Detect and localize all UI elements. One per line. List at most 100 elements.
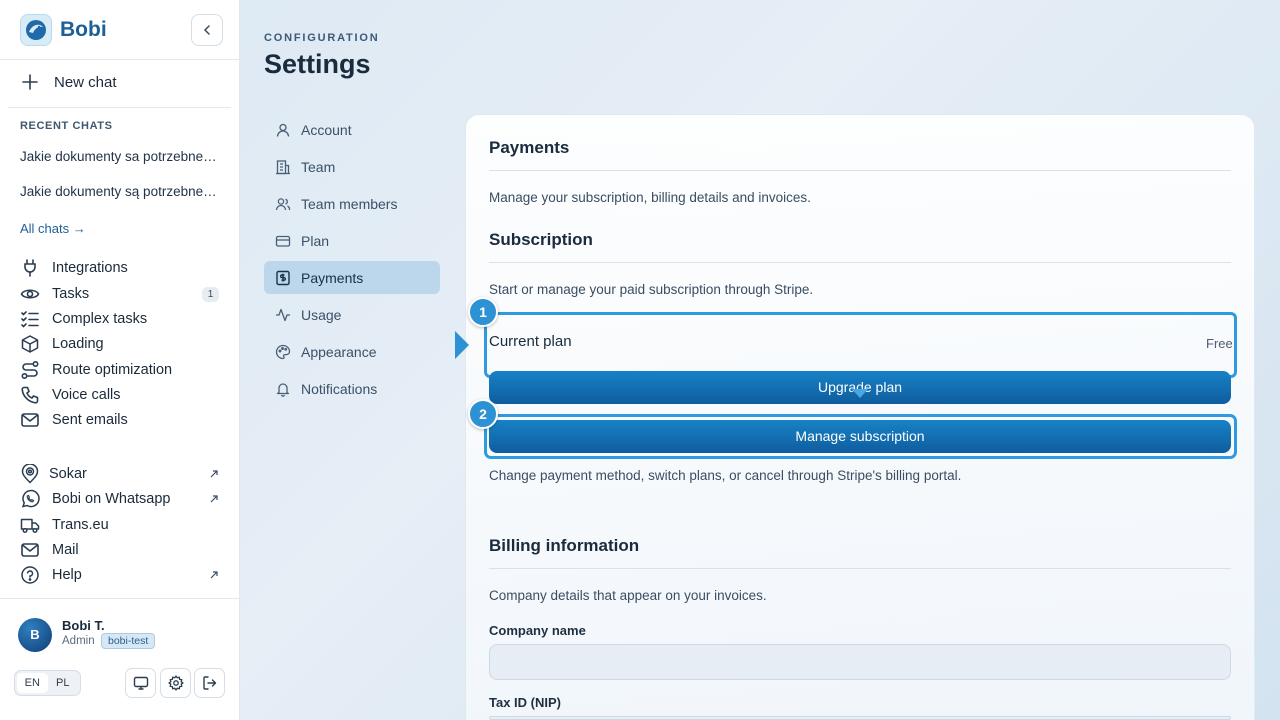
route-icon — [20, 360, 40, 380]
sidebar-link-label: Trans.eu — [52, 517, 109, 533]
collapse-sidebar-button[interactable] — [191, 14, 223, 46]
tab-plan[interactable]: Plan — [264, 224, 440, 257]
sidebar-link-sokar[interactable]: Sokar — [20, 463, 87, 485]
divider — [0, 598, 239, 599]
sidebar-link-bobi-whatsapp[interactable]: Bobi on Whatsapp — [20, 488, 171, 510]
bobi-logo-icon — [20, 14, 52, 46]
tab-team-members[interactable]: Team members — [264, 187, 440, 220]
sidebar-item-label: Complex tasks — [52, 311, 148, 327]
page-eyebrow: CONFIGURATION — [264, 32, 380, 44]
payments-description: Manage your subscription, billing detail… — [489, 190, 811, 205]
sidebar: Bobi New chat RECENT CHATS Jakie dokumen… — [0, 0, 240, 720]
users-icon — [275, 196, 291, 212]
divider — [8, 107, 231, 108]
manage-subscription-button[interactable]: Manage subscription — [489, 420, 1231, 453]
sidebar-item-sent-emails[interactable]: Sent emails — [20, 409, 128, 431]
divider — [489, 568, 1231, 569]
sidebar-link-mail[interactable]: Mail — [20, 539, 79, 561]
plus-icon — [22, 74, 38, 90]
sidebar-item-complex-tasks[interactable]: Complex tasks — [20, 308, 147, 330]
step-2-badge: 2 — [468, 399, 498, 429]
sidebar-item-voice-calls[interactable]: Voice calls — [20, 384, 121, 406]
tab-usage[interactable]: Usage — [264, 298, 440, 331]
divider — [489, 262, 1231, 263]
tab-label: Payments — [301, 269, 364, 286]
tab-payments[interactable]: Payments — [264, 261, 440, 294]
brand-name: Bobi — [60, 18, 107, 41]
location-icon — [20, 464, 40, 484]
external-link-icon — [210, 470, 218, 478]
current-plan-label: Current plan — [489, 333, 572, 350]
current-plan-highlight — [484, 312, 1237, 378]
tab-appearance[interactable]: Appearance — [264, 335, 440, 368]
divider — [489, 170, 1231, 171]
logout-button[interactable] — [194, 668, 225, 698]
tasks-count-badge: 1 — [202, 287, 219, 302]
display-button[interactable] — [125, 668, 156, 698]
lang-pl-button[interactable]: PL — [48, 673, 79, 693]
billing-heading: Billing information — [489, 536, 640, 555]
sidebar-item-label: Voice calls — [52, 387, 121, 403]
external-link-icon — [210, 495, 218, 503]
card-icon — [275, 233, 291, 249]
new-chat-label: New chat — [54, 73, 117, 91]
mail-icon — [20, 410, 40, 430]
subscription-description: Start or manage your paid subscription t… — [489, 282, 814, 297]
sidebar-link-help[interactable]: Help — [20, 564, 82, 586]
sidebar-link-trans-eu[interactable]: Trans.eu — [20, 514, 109, 536]
new-chat-button[interactable]: New chat — [20, 72, 117, 92]
activity-icon — [275, 307, 291, 323]
user-icon — [275, 122, 291, 138]
box-icon — [20, 334, 40, 354]
tax-id-input[interactable] — [489, 716, 1231, 720]
palette-icon — [275, 344, 291, 360]
tab-label: Plan — [301, 232, 330, 249]
logout-icon — [202, 676, 216, 690]
monitor-icon — [133, 676, 148, 690]
sidebar-item-route-optimization[interactable]: Route optimization — [20, 359, 172, 381]
tab-notifications[interactable]: Notifications — [264, 372, 440, 405]
lang-en-button[interactable]: EN — [17, 673, 48, 693]
recent-chats-heading: RECENT CHATS — [20, 120, 113, 132]
step-1-badge: 1 — [468, 297, 498, 327]
tab-label: Appearance — [301, 343, 377, 360]
sidebar-link-label: Mail — [52, 542, 79, 558]
language-switch: EN PL — [14, 670, 81, 696]
receipt-icon — [275, 270, 291, 286]
tab-label: Team — [301, 158, 336, 175]
current-plan-value: Free — [1206, 336, 1233, 351]
bell-icon — [275, 381, 291, 397]
tab-label: Usage — [301, 306, 342, 323]
mail-icon — [20, 540, 40, 560]
tab-team[interactable]: Team — [264, 150, 440, 183]
sidebar-item-tasks[interactable]: Tasks — [20, 283, 89, 305]
sidebar-link-label: Help — [52, 567, 82, 583]
sidebar-item-integrations[interactable]: Integrations — [20, 257, 128, 279]
company-name-label: Company name — [489, 623, 586, 638]
sidebar-item-loading[interactable]: Loading — [20, 333, 104, 355]
help-icon — [20, 565, 40, 585]
plug-icon — [20, 258, 40, 278]
brand[interactable]: Bobi — [20, 14, 107, 46]
whatsapp-icon — [20, 489, 40, 509]
recent-chat-item[interactable]: Jakie dokumenty sa potrzebne do... — [20, 149, 220, 164]
sidebar-item-label: Loading — [52, 336, 104, 352]
company-name-input[interactable] — [489, 644, 1231, 680]
settings-button[interactable] — [160, 668, 191, 698]
tab-label: Team members — [301, 195, 398, 212]
upgrade-plan-button[interactable]: Upgrade plan — [489, 371, 1231, 404]
user-profile[interactable]: B Bobi T. Admin bobi-test — [18, 618, 228, 652]
phone-icon — [20, 385, 40, 405]
recent-chat-item[interactable]: Jakie dokumenty są potrzebne do... — [20, 184, 220, 199]
arrow-down-icon — [852, 389, 868, 398]
tab-account[interactable]: Account — [264, 113, 440, 146]
sidebar-link-label: Sokar — [49, 466, 87, 482]
workspace-tag: bobi-test — [101, 633, 156, 649]
pointer-arrow-icon — [455, 331, 469, 359]
tab-label: Account — [301, 121, 352, 138]
building-icon — [275, 159, 291, 175]
user-role: Admin — [62, 635, 95, 647]
all-chats-link[interactable]: All chats → — [20, 221, 86, 236]
tab-label: Notifications — [301, 380, 378, 397]
user-name: Bobi T. — [62, 618, 105, 633]
